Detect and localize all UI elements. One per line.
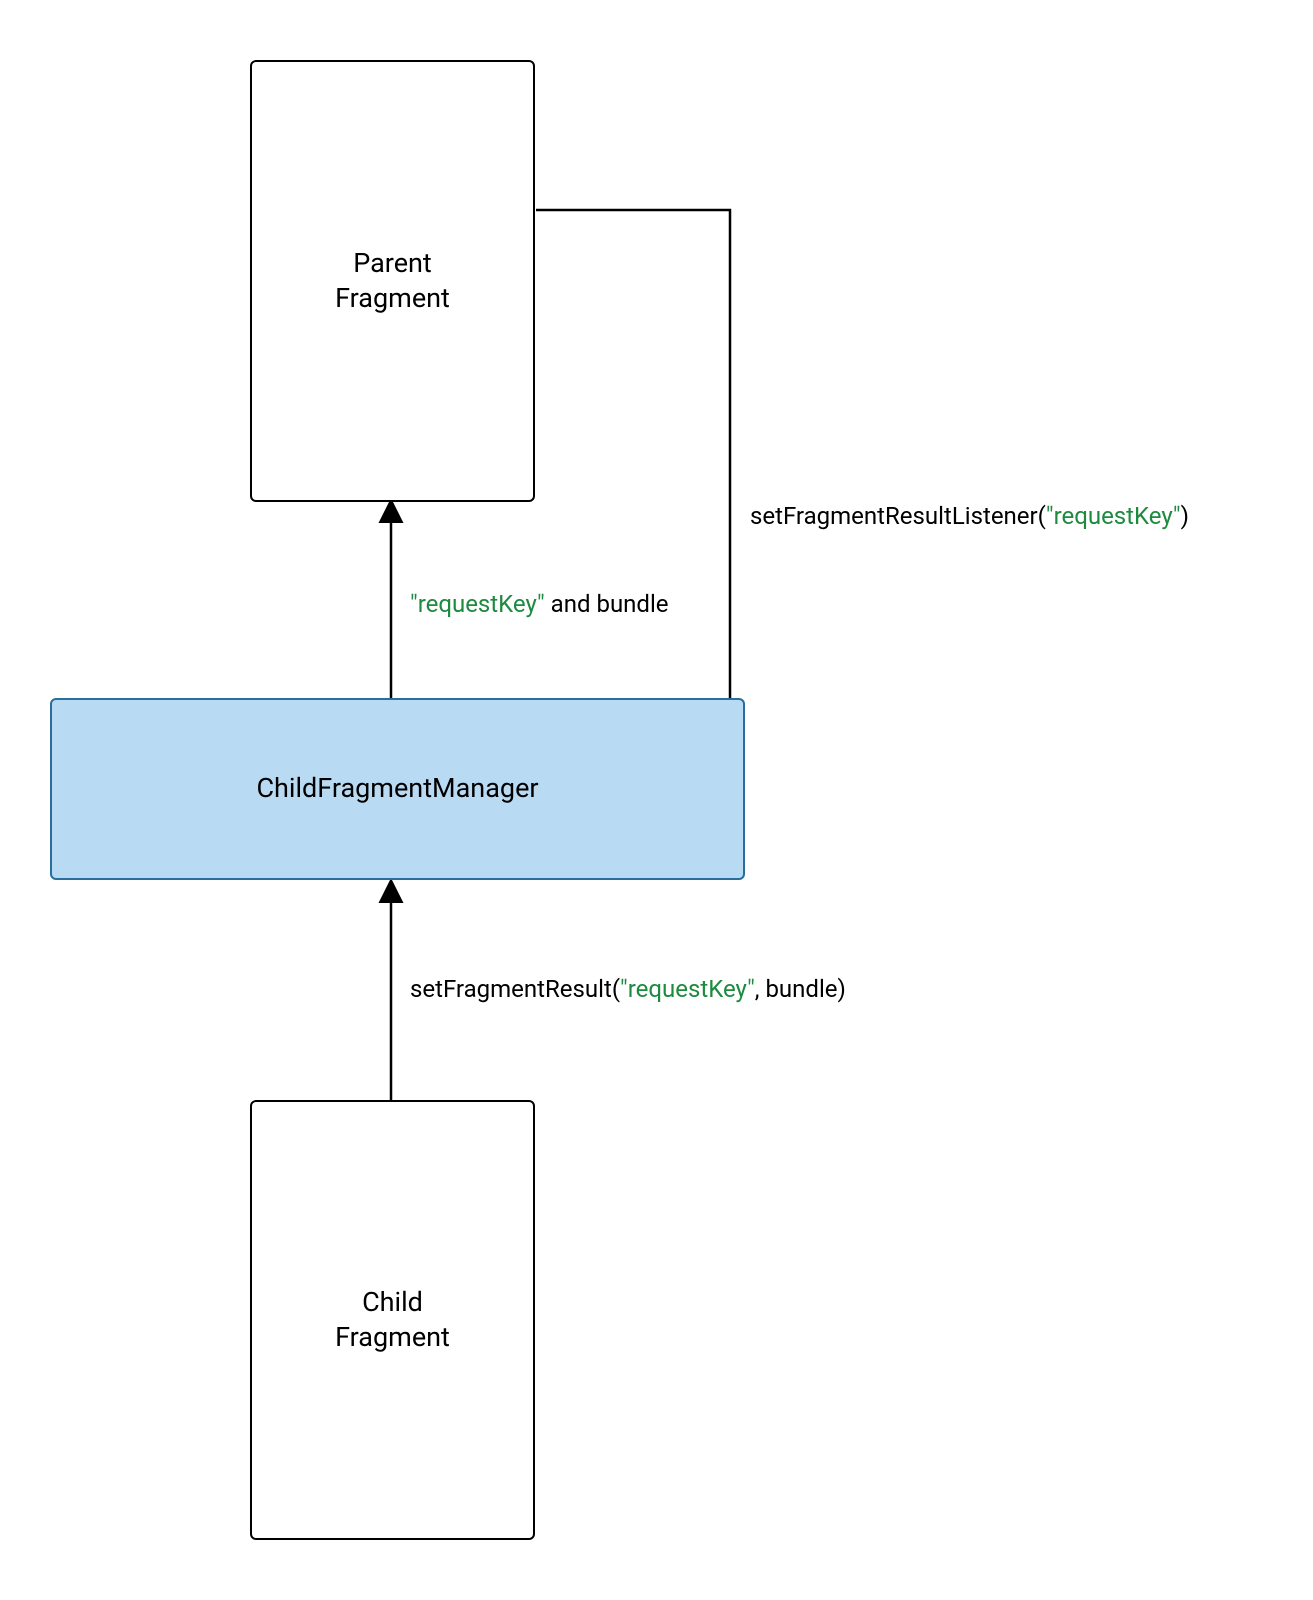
edge-label-set-listener: setFragmentResultListener("requestKey") [750, 502, 1189, 530]
parent-fragment-label: Parent Fragment [335, 246, 450, 316]
child-fragment-label: Child Fragment [335, 1285, 450, 1355]
child-fragment-node: Child Fragment [250, 1100, 535, 1540]
child-fragment-manager-node: ChildFragmentManager [50, 698, 745, 880]
edge-label-set-result: setFragmentResult("requestKey", bundle) [410, 975, 846, 1003]
child-fragment-manager-label: ChildFragmentManager [256, 771, 538, 806]
parent-fragment-node: Parent Fragment [250, 60, 535, 502]
edge-label-bundle-up: "requestKey" and bundle [410, 590, 669, 618]
